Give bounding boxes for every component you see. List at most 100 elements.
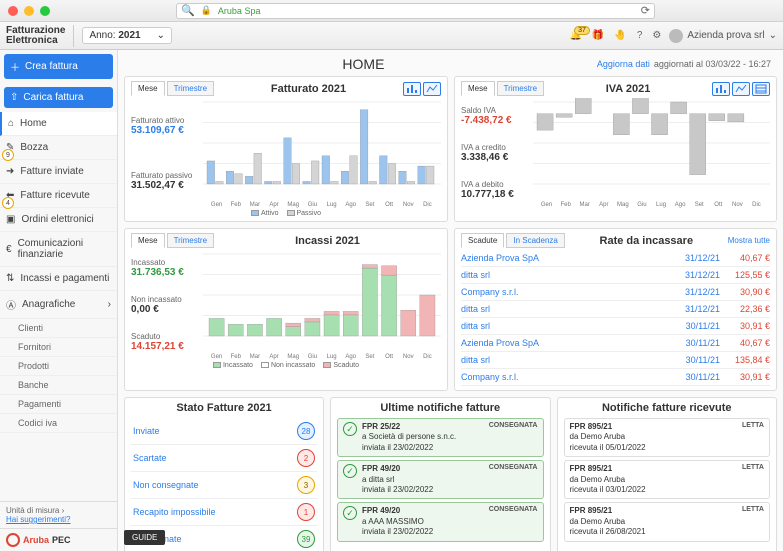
notification-item[interactable]: FPR 895/21da Demo Arubaricevuta il 26/08… <box>564 502 771 541</box>
rate-name[interactable]: ditta srl <box>461 321 670 331</box>
tab-in-scadenza[interactable]: In Scadenza <box>506 233 564 248</box>
content: HOME Aggiorna dati aggiornati al 03/03/2… <box>118 50 783 551</box>
svg-text:Dic: Dic <box>752 202 761 208</box>
hand-icon[interactable]: 🤚 <box>614 30 626 41</box>
tab-trimestre[interactable]: Trimestre <box>167 81 214 96</box>
sidebar-item-incassi[interactable]: ⇅ Incassi e pagamenti <box>0 267 117 291</box>
stato-count: 2 <box>297 449 315 467</box>
suggerimenti-link[interactable]: Hai suggerimenti? <box>6 515 70 524</box>
search-icon: 🔍 <box>181 4 195 17</box>
svg-text:Apr: Apr <box>599 202 608 208</box>
sidebar-item-com-fin[interactable]: € Comunicazioni finanziarie <box>0 232 117 267</box>
rate-amount: 40,67 € <box>720 253 770 263</box>
crea-fattura-button[interactable]: ＋ Crea fattura <box>4 54 113 79</box>
sidebar-item-bozza[interactable]: ✎ Bozza 9 <box>0 136 117 160</box>
window-zoom[interactable] <box>40 6 50 16</box>
tab-mese[interactable]: Mese <box>461 81 495 96</box>
svg-text:Giu: Giu <box>308 202 317 208</box>
rate-date[interactable]: 31/12/21 <box>670 253 720 263</box>
card-iva: Mese Trimestre IVA 2021 Saldo IVA-7.438,… <box>454 76 777 222</box>
user-menu[interactable]: Azienda prova srl ⌄ <box>669 29 777 43</box>
address-bar[interactable]: 🔍 🔒 Aruba Spa ⟳ <box>176 3 655 19</box>
sidebar-item-home[interactable]: ⌂ Home <box>0 112 117 136</box>
year-selector[interactable]: Anno: 2021 ⌄ <box>82 27 172 44</box>
tab-mese[interactable]: Mese <box>131 81 165 96</box>
notification-item[interactable]: ✓FPR 25/22a Società di persone s.n.c.inv… <box>337 418 544 457</box>
help-icon[interactable]: ? <box>637 30 643 41</box>
chart-line-button[interactable] <box>732 82 750 96</box>
notification-item[interactable]: ✓FPR 49/20a ditta srlinviata il 23/02/20… <box>337 460 544 499</box>
notif-date: inviata il 23/02/2022 <box>362 527 484 537</box>
sidebar-sub-clienti[interactable]: Clienti <box>0 319 117 338</box>
check-icon: ✓ <box>343 422 357 436</box>
gear-icon[interactable]: ⚙ <box>652 30 661 41</box>
stato-row: Recapito impossibile1 <box>131 499 317 526</box>
page-title: HOME <box>130 56 597 72</box>
notif-date: inviata il 23/02/2022 <box>362 443 484 453</box>
sidebar-sub-pagamenti[interactable]: Pagamenti <box>0 395 117 414</box>
refresh-data-link[interactable]: Aggiorna dati <box>597 59 650 69</box>
chevron-down-icon: ⌄ <box>157 30 165 41</box>
sidebar-item-ricevute[interactable]: ⬅ Fatture ricevute 4 <box>0 184 117 208</box>
chart-line-button[interactable] <box>423 82 441 96</box>
sidebar-item-ordini[interactable]: ▣ Ordini elettronici <box>0 208 117 232</box>
tab-trimestre[interactable]: Trimestre <box>497 81 544 96</box>
rate-name[interactable]: Company s.r.l. <box>461 372 670 382</box>
stato-label[interactable]: Recapito impossibile <box>133 507 297 517</box>
fatturato-attivo-label: Fatturato attivo <box>131 116 199 125</box>
sidebar-sub-prodotti[interactable]: Prodotti <box>0 357 117 376</box>
notif-status: CONSEGNATA <box>489 464 538 471</box>
stato-label[interactable]: Inviate <box>133 426 297 436</box>
tab-mese[interactable]: Mese <box>131 233 165 248</box>
sidebar-sub-banche[interactable]: Banche <box>0 376 117 395</box>
chart-bar-button[interactable] <box>712 82 730 96</box>
svg-text:Set: Set <box>365 202 374 208</box>
rate-date[interactable]: 30/11/21 <box>670 372 720 382</box>
svg-text:Lug: Lug <box>656 202 666 208</box>
rate-date[interactable]: 31/12/21 <box>670 287 720 297</box>
chart-table-button[interactable] <box>752 82 770 96</box>
sidebar-sub-codici-iva[interactable]: Codici iva <box>0 414 117 433</box>
svg-text:Gen: Gen <box>211 354 222 360</box>
notification-item[interactable]: FPR 895/21da Demo Arubaricevuta il 03/01… <box>564 460 771 499</box>
tab-scadute[interactable]: Scadute <box>461 233 504 248</box>
notif-title: FPR 25/22 <box>362 422 484 432</box>
rate-name[interactable]: Company s.r.l. <box>461 287 670 297</box>
sidebar-sub-fornitori[interactable]: Fornitori <box>0 338 117 357</box>
rate-name[interactable]: Azienda Prova SpA <box>461 338 670 348</box>
contacts-icon: Ⓐ <box>6 297 16 312</box>
rate-name[interactable]: ditta srl <box>461 304 670 314</box>
stato-row: Inviate28 <box>131 418 317 445</box>
notification-item[interactable]: ✓FPR 49/20a AAA MASSIMOinviata il 23/02/… <box>337 502 544 541</box>
svg-text:Dic: Dic <box>423 202 432 208</box>
svg-text:Lug: Lug <box>327 354 337 360</box>
rate-date[interactable]: 30/11/21 <box>670 321 720 331</box>
tab-trimestre[interactable]: Trimestre <box>167 233 214 248</box>
stato-title: Stato Fatture 2021 <box>131 402 317 414</box>
chart-bar-button[interactable] <box>403 82 421 96</box>
gift-icon[interactable]: 🎁 <box>592 30 604 41</box>
mostra-tutte-link[interactable]: Mostra tutte <box>728 236 770 245</box>
notification-item[interactable]: FPR 895/21da Demo Arubaricevuta il 05/01… <box>564 418 771 457</box>
reload-icon[interactable]: ⟳ <box>641 4 650 17</box>
stato-label[interactable]: Non consegnate <box>133 480 297 490</box>
sidebar-item-anagrafiche[interactable]: Ⓐ Anagrafiche › <box>0 291 117 319</box>
window-minimize[interactable] <box>24 6 34 16</box>
rate-date[interactable]: 30/11/21 <box>670 338 720 348</box>
rate-name[interactable]: ditta srl <box>461 355 670 365</box>
window-close[interactable] <box>8 6 18 16</box>
guide-button[interactable]: GUIDE <box>124 530 165 545</box>
stato-label[interactable]: Scartate <box>133 453 297 463</box>
rate-date[interactable]: 31/12/21 <box>670 270 720 280</box>
rate-name[interactable]: Azienda Prova SpA <box>461 253 670 263</box>
notifications-icon[interactable]: 🔔37 <box>569 30 581 41</box>
sidebar-item-inviate[interactable]: ➜ Fatture inviate <box>0 160 117 184</box>
rate-date[interactable]: 30/11/21 <box>670 355 720 365</box>
rate-name[interactable]: ditta srl <box>461 270 670 280</box>
iva-debito-value: 10.777,18 € <box>461 189 529 200</box>
rate-date[interactable]: 31/12/21 <box>670 304 720 314</box>
card-notifiche-ricevute: Notifiche fatture ricevute FPR 895/21da … <box>557 397 778 551</box>
carica-fattura-button[interactable]: ⇧ Carica fattura <box>4 87 113 108</box>
svg-text:Ago: Ago <box>345 354 356 360</box>
svg-text:Ott: Ott <box>714 202 722 208</box>
